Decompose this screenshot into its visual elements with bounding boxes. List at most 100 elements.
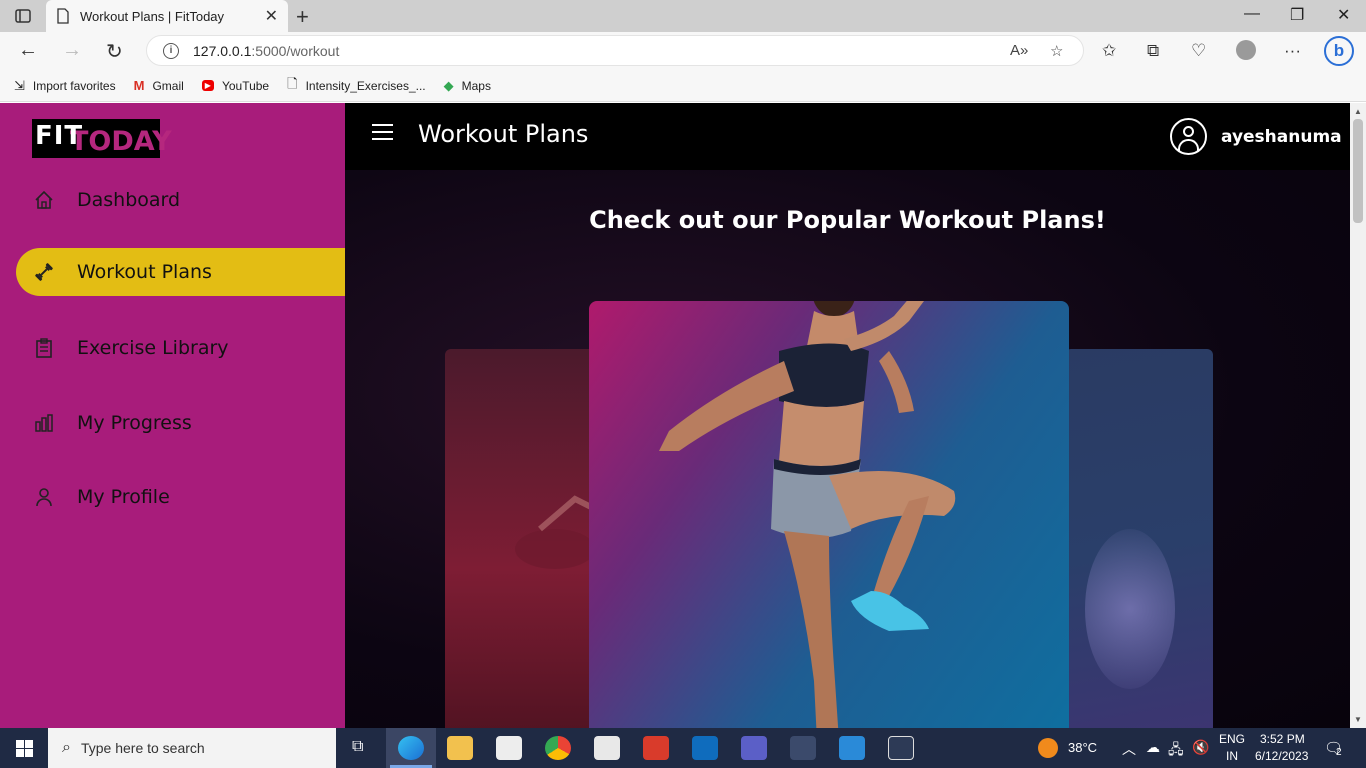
sidebar-item-my-progress[interactable]: My Progress [16, 399, 345, 447]
page-icon [57, 8, 69, 24]
tab-actions-icon[interactable] [14, 7, 32, 25]
outlook-icon[interactable] [692, 736, 718, 760]
volume-muted-icon[interactable]: 🔇 [1192, 739, 1209, 756]
photos-icon[interactable] [888, 736, 914, 760]
workout-plan-card-right[interactable] [1065, 349, 1213, 728]
network-icon[interactable]: 🖧 [1168, 739, 1184, 763]
sidebar-item-dashboard[interactable]: Dashboard [16, 176, 345, 224]
sidebar-item-workout-plans[interactable]: Workout Plans [16, 248, 345, 296]
language-line1[interactable]: ENG [1219, 732, 1245, 746]
forward-icon[interactable]: → [62, 39, 82, 62]
bookmark-maps[interactable]: ◆ Maps [444, 78, 491, 94]
profile-avatar-icon[interactable] [1236, 40, 1256, 60]
edge-browser-icon[interactable] [398, 736, 424, 760]
scroll-up-icon[interactable]: ▲ [1354, 107, 1362, 116]
hamburger-menu-icon[interactable] [372, 124, 393, 142]
scroll-down-icon[interactable]: ▼ [1354, 715, 1362, 724]
tab-title: Workout Plans | FitToday [80, 8, 225, 24]
sidebar-item-label: My Profile [77, 486, 170, 508]
notification-count: 2 [1336, 747, 1342, 758]
user-icon [36, 488, 52, 507]
wps-office-icon[interactable] [643, 736, 669, 760]
back-icon[interactable]: ← [18, 39, 38, 62]
performance-icon[interactable]: ♡ [1191, 41, 1206, 61]
weather-icon[interactable] [1038, 738, 1058, 758]
bookmark-label: YouTube [221, 78, 270, 93]
dumbbell-icon [35, 263, 53, 281]
user-avatar-icon[interactable] [1170, 118, 1207, 155]
color-splash-image [1085, 529, 1175, 689]
bookmark-label: Gmail [152, 78, 184, 93]
onedrive-icon[interactable]: ☁ [1146, 739, 1160, 756]
favorite-star-icon[interactable]: ☆ [1050, 42, 1063, 60]
main-content: Check out our Popular Workout Plans! [345, 170, 1350, 728]
youtube-icon: ▶ [201, 80, 214, 91]
temperature[interactable]: 38°C [1068, 740, 1097, 755]
clock-date[interactable]: 6/12/2023 [1255, 749, 1308, 763]
bookmark-intensity-exercises[interactable]: 🗋 Intensity_Exercises_... [287, 75, 426, 97]
chrome-icon[interactable] [545, 736, 571, 760]
refresh-icon[interactable]: ↻ [106, 39, 123, 64]
read-aloud-icon[interactable]: A» [1010, 42, 1028, 59]
bookmark-label: Maps [461, 78, 491, 93]
task-view-icon[interactable]: ⧉ [352, 738, 363, 756]
home-icon [35, 190, 53, 209]
search-icon: ⌕ [62, 739, 71, 756]
workout-plan-card-left[interactable] [445, 349, 597, 728]
sidebar-item-label: My Progress [77, 412, 192, 434]
gmail-icon: M [133, 78, 145, 93]
url-host: 127.0.0.1 [193, 42, 252, 59]
file-explorer-icon[interactable] [447, 736, 473, 760]
page-scrollbar[interactable]: ▲ ▼ [1350, 103, 1366, 728]
bar-chart-icon [35, 414, 53, 432]
app-header: Workout Plans ayeshanuma [345, 103, 1350, 170]
minimize-icon[interactable]: — [1244, 5, 1260, 23]
runner-image-left [515, 495, 597, 569]
clipboard-icon [36, 338, 52, 358]
fittoday-app: TODAY FIT Dashboard Workout Plans Exerci… [0, 103, 1350, 728]
scrollbar-thumb[interactable] [1353, 119, 1363, 223]
bookmark-label: Import favorites [32, 78, 116, 93]
sidebar-item-label: Dashboard [77, 189, 181, 211]
address-bar[interactable]: i 127.0.0.1:5000/workout [146, 35, 1084, 66]
microsoft-store-icon[interactable] [496, 736, 522, 760]
site-info-icon[interactable]: i [163, 42, 179, 59]
popular-plans-heading: Check out our Popular Workout Plans! [589, 206, 1106, 234]
new-tab-icon[interactable]: + [296, 4, 309, 30]
mail-icon[interactable] [594, 736, 620, 760]
browser-nav-bar: ← → ↻ i 127.0.0.1:5000/workout A» ☆ ✩ ⧉ … [0, 32, 1366, 70]
maps-icon: ◆ [443, 77, 454, 93]
import-icon: ⇲ [14, 77, 25, 93]
windows-start-icon[interactable] [16, 740, 33, 757]
bookmarks-bar: ⇲ Import favorites M Gmail ▶ YouTube 🗋 Inten… [0, 70, 1366, 102]
close-tab-icon[interactable]: ✕ [265, 6, 278, 26]
teams-icon[interactable] [741, 736, 767, 760]
username[interactable]: ayeshanuma [1221, 127, 1342, 147]
fittoday-logo[interactable]: TODAY FIT [32, 119, 172, 158]
vscode-icon[interactable] [839, 736, 865, 760]
sidebar-item-my-profile[interactable]: My Profile [16, 473, 345, 521]
sidebar-item-label: Workout Plans [77, 261, 212, 283]
browser-tab[interactable]: Workout Plans | FitToday ✕ [46, 0, 288, 32]
bookmark-import-favorites[interactable]: ⇲ Import favorites [14, 78, 116, 94]
mysql-workbench-icon[interactable] [790, 736, 816, 760]
bookmark-youtube[interactable]: ▶ YouTube [201, 78, 270, 93]
language-line2[interactable]: IN [1226, 749, 1238, 763]
workout-plan-card-center[interactable] [589, 301, 1069, 728]
bookmark-gmail[interactable]: M Gmail [134, 78, 184, 93]
bing-copilot-icon[interactable]: b [1324, 36, 1354, 66]
maximize-icon[interactable]: ❐ [1290, 5, 1304, 25]
collections-icon[interactable]: ⧉ [1147, 41, 1159, 61]
show-hidden-icons-icon[interactable]: ︿ [1122, 739, 1136, 759]
bookmark-label: Intensity_Exercises_... [305, 78, 426, 93]
document-icon: 🗋 [287, 75, 298, 91]
favorites-icon[interactable]: ✩ [1102, 41, 1116, 61]
taskbar-search[interactable]: ⌕ Type here to search [48, 728, 336, 768]
windows-taskbar: ⌕ Type here to search ⧉ 38°C ︿ ☁ 🖧 🔇 ENG… [0, 728, 1366, 768]
search-placeholder: Type here to search [80, 740, 205, 756]
more-menu-icon[interactable]: ··· [1284, 41, 1301, 61]
close-window-icon[interactable]: ✕ [1337, 5, 1350, 25]
clock-time[interactable]: 3:52 PM [1260, 732, 1305, 746]
logo-today-text: TODAY [70, 126, 172, 157]
sidebar-item-exercise-library[interactable]: Exercise Library [16, 324, 345, 372]
